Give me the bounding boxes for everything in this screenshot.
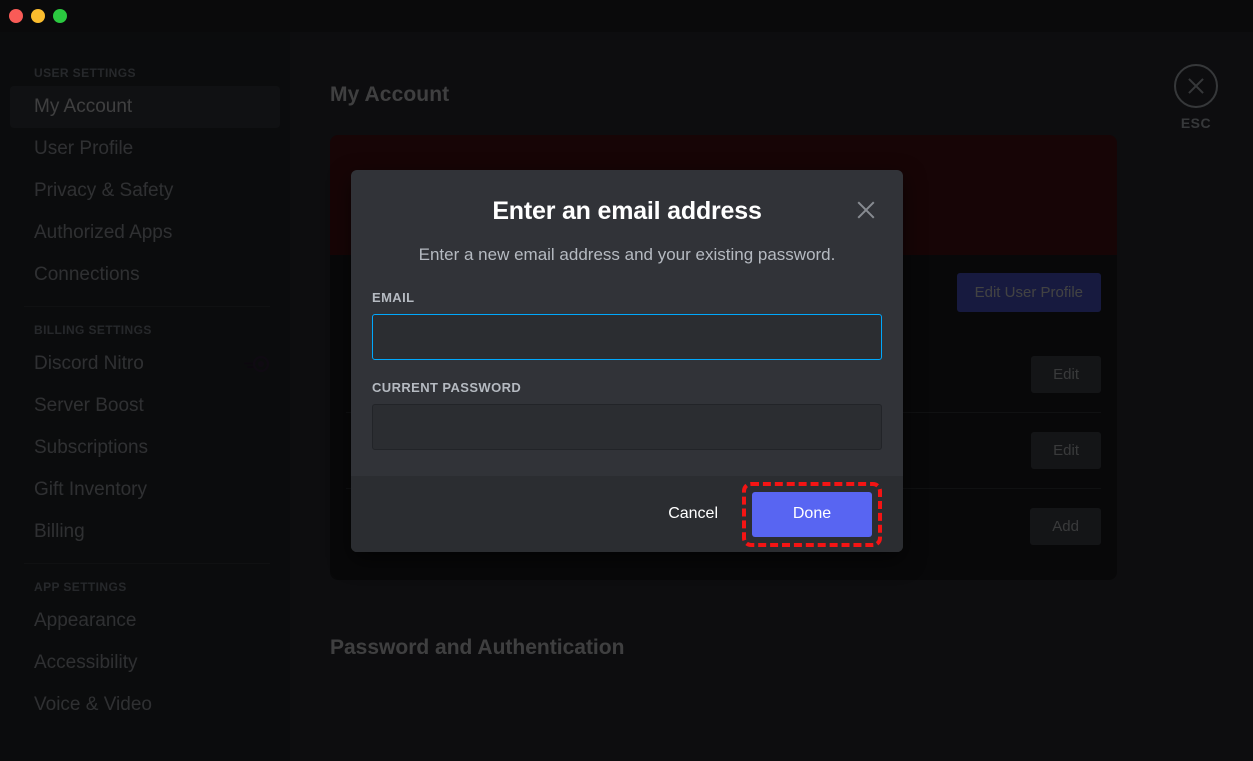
done-button-highlight-wrapper: Done: [742, 481, 882, 547]
sidebar-item-server-boost[interactable]: Server Boost: [10, 385, 280, 427]
sidebar-item-label: My Account: [34, 96, 133, 117]
sidebar-item-label: Voice & Video: [34, 694, 152, 715]
sidebar-item-subscriptions[interactable]: Subscriptions: [10, 427, 280, 469]
sidebar-item-user-profile[interactable]: User Profile: [10, 128, 280, 170]
sidebar-item-privacy-and-safety[interactable]: Privacy & Safety: [10, 170, 280, 212]
sidebar-item-accessibility[interactable]: Accessibility: [10, 642, 280, 684]
sidebar-item-label: Connections: [34, 264, 140, 285]
enter-email-modal: Enter an email address Enter a new email…: [351, 170, 903, 552]
email-input[interactable]: [372, 314, 882, 360]
nitro-icon: [244, 356, 270, 372]
sidebar-item-label: Billing: [34, 521, 85, 542]
modal-body: EMAIL CURRENT PASSWORD: [351, 266, 903, 476]
edit-user-profile-button[interactable]: Edit User Profile: [956, 273, 1101, 312]
sidebar-item-label: Privacy & Safety: [34, 180, 174, 201]
sidebar-item-voice-and-video[interactable]: Voice & Video: [10, 684, 280, 726]
sidebar-item-label: Accessibility: [34, 652, 138, 673]
window-maximize-button[interactable]: [53, 9, 67, 23]
sidebar-group-header-user-settings: USER SETTINGS: [34, 66, 136, 80]
modal-footer: Cancel Done: [351, 476, 903, 552]
modal-subtitle: Enter a new email address and your exist…: [418, 245, 836, 264]
window-titlebar: [0, 0, 1253, 32]
sidebar-item-label: Gift Inventory: [34, 479, 147, 500]
page-title: My Account: [330, 83, 450, 106]
email-field-block: EMAIL: [372, 290, 882, 360]
settings-sidebar: USER SETTINGS My Account User Profile Pr…: [0, 32, 290, 761]
sidebar-item-label: Appearance: [34, 610, 137, 631]
password-and-authentication-title: Password and Authentication: [330, 636, 625, 659]
close-icon[interactable]: [854, 198, 878, 222]
sidebar-divider: [24, 306, 270, 307]
sidebar-group-header-app-settings: APP SETTINGS: [34, 580, 127, 594]
modal-title: Enter an email address: [492, 197, 762, 225]
sidebar-item-billing[interactable]: Billing: [10, 511, 280, 553]
close-icon: [1174, 64, 1218, 108]
cancel-button[interactable]: Cancel: [652, 495, 734, 533]
sidebar-item-gift-inventory[interactable]: Gift Inventory: [10, 469, 280, 511]
esc-label: ESC: [1180, 115, 1212, 131]
sidebar-item-label: Server Boost: [34, 395, 144, 416]
current-password-input[interactable]: [372, 404, 882, 450]
sidebar-item-appearance[interactable]: Appearance: [10, 600, 280, 642]
modal-header: Enter an email address Enter a new email…: [351, 170, 903, 266]
window-close-button[interactable]: [9, 9, 23, 23]
window-minimize-button[interactable]: [31, 9, 45, 23]
sidebar-item-label: Authorized Apps: [34, 222, 173, 243]
app-window: USER SETTINGS My Account User Profile Pr…: [0, 0, 1253, 761]
edit-username-button[interactable]: Edit: [1031, 355, 1101, 393]
close-settings-button[interactable]: ESC: [1161, 64, 1231, 131]
current-password-field-label: CURRENT PASSWORD: [372, 380, 522, 395]
edit-email-button[interactable]: Edit: [1031, 432, 1101, 469]
sidebar-item-connections[interactable]: Connections: [10, 254, 280, 296]
sidebar-item-label: Subscriptions: [34, 437, 149, 458]
sidebar-group-header-billing-settings: BILLING SETTINGS: [34, 323, 152, 337]
add-phone-button[interactable]: Add: [1030, 508, 1101, 545]
window-traffic-lights: [9, 9, 67, 23]
sidebar-item-label: User Profile: [34, 138, 134, 159]
sidebar-item-label: Discord Nitro: [34, 353, 144, 374]
current-password-field-block: CURRENT PASSWORD: [372, 380, 882, 450]
sidebar-divider: [24, 563, 270, 564]
sidebar-item-my-account[interactable]: My Account: [10, 86, 280, 128]
done-button[interactable]: Done: [752, 491, 872, 537]
sidebar-item-authorized-apps[interactable]: Authorized Apps: [10, 212, 280, 254]
email-field-label: EMAIL: [372, 290, 415, 305]
sidebar-item-discord-nitro[interactable]: Discord Nitro: [10, 343, 280, 385]
